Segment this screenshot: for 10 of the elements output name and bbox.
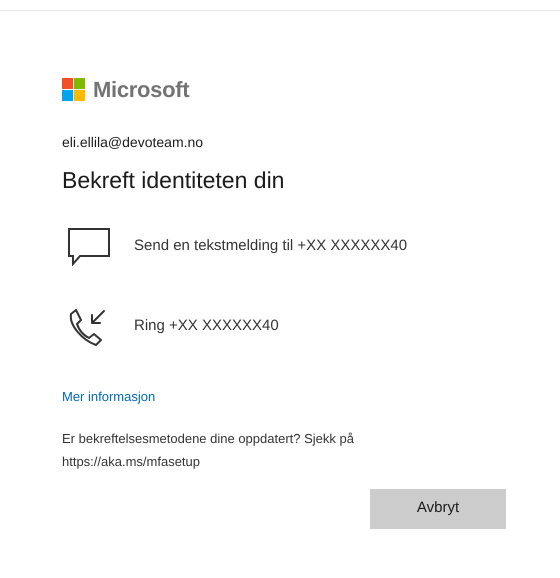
- info-note: Er bekreftelsesmetodene dine oppdatert? Sjekk på https://aka.ms/mfasetup: [62, 430, 355, 471]
- chat-bubble-icon: [68, 228, 110, 266]
- verification-option[interactable]: Send en tekstmelding til +XX XXXXXX40: [62, 206, 506, 287]
- cancel-button[interactable]: Avbryt: [370, 488, 506, 529]
- more-info-link[interactable]: Mer informasjon: [62, 386, 156, 406]
- account-email: eli.ellila@devoteam.no: [62, 133, 204, 152]
- verification-option[interactable]: Ring +XX XXXXXX40: [62, 286, 506, 367]
- brand-name: Microsoft: [93, 76, 190, 104]
- page-title: Bekreft identiteten din: [62, 167, 286, 195]
- logo-icon: [62, 78, 85, 101]
